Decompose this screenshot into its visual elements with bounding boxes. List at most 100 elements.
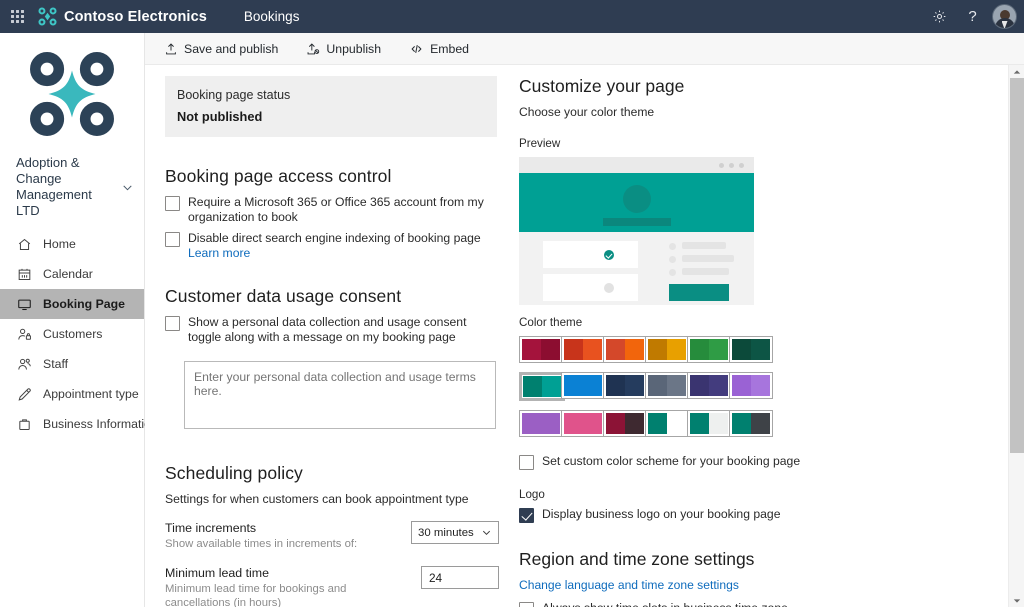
color-theme-label: Color theme	[519, 316, 583, 329]
preview-card	[543, 241, 638, 268]
help-button[interactable]: ?	[956, 0, 989, 33]
color-swatch-slate[interactable]	[645, 372, 689, 399]
checkbox[interactable]	[165, 232, 180, 247]
color-swatch-teal-white[interactable]	[645, 410, 689, 437]
checkbox[interactable]	[165, 196, 180, 211]
swatch-half-primary	[732, 413, 751, 434]
status-badge: Not published	[177, 109, 263, 124]
region-heading: Region and time zone settings	[519, 549, 755, 569]
checkbox-label: Show a personal data collection and usag…	[188, 315, 467, 344]
color-swatch-amber[interactable]	[645, 336, 689, 363]
unpublish-button[interactable]: Unpublish	[302, 35, 385, 63]
consent-option[interactable]: Show a personal data collection and usag…	[165, 315, 500, 345]
content-area: Booking page status Not published Bookin…	[145, 65, 1024, 607]
preview-bullet	[669, 269, 676, 276]
color-swatch-teal[interactable]	[519, 372, 565, 401]
preview-bullet	[669, 256, 676, 263]
access-control-heading: Booking page access control	[165, 166, 392, 186]
chevron-down-icon	[482, 530, 491, 535]
app-name-link[interactable]: Bookings	[244, 9, 300, 24]
scroll-down-button[interactable]	[1009, 594, 1024, 607]
app-launcher-button[interactable]	[0, 0, 34, 33]
scrollbar-thumb[interactable]	[1010, 78, 1024, 453]
swatch-half-primary	[564, 339, 583, 360]
access-control-option-require-account[interactable]: Require a Microsoft 365 or Office 365 ac…	[165, 195, 500, 225]
swatch-half-primary	[690, 375, 709, 396]
row-title: Minimum lead time	[165, 566, 269, 580]
scroll-up-button[interactable]	[1009, 65, 1024, 78]
sidebar-item-staff[interactable]: Staff	[0, 349, 144, 379]
booking-page-status-box: Booking page status Not published	[165, 76, 497, 137]
embed-button[interactable]: Embed	[405, 35, 473, 63]
sidebar-item-label: Customers	[43, 327, 103, 341]
color-swatch-teal-charcoal[interactable]	[729, 410, 773, 437]
color-swatch-pink[interactable]	[561, 410, 605, 437]
header-actions: ?	[923, 0, 1024, 33]
color-swatch-violet[interactable]	[519, 410, 563, 437]
checkbox-label-text: Disable direct search engine indexing of…	[188, 231, 481, 245]
swatch-half-secondary	[667, 375, 686, 396]
preview-label: Preview	[519, 137, 561, 150]
sidebar-item-label: Home	[43, 237, 76, 251]
sidebar-item-calendar[interactable]: Calendar	[0, 259, 144, 289]
org-switcher[interactable]: Adoption & Change Management LTD	[0, 155, 144, 219]
sidebar-item-home[interactable]: Home	[0, 229, 144, 259]
color-swatch-navy[interactable]	[603, 372, 647, 399]
swatch-half-secondary	[709, 339, 728, 360]
settings-button[interactable]	[923, 0, 956, 33]
color-swatch-purple[interactable]	[729, 372, 773, 399]
preview-body	[519, 232, 754, 305]
swatch-fill	[564, 339, 602, 360]
color-swatch-dark-red[interactable]	[519, 336, 563, 363]
embed-label: Embed	[430, 41, 470, 56]
sidebar-item-customers[interactable]: Customers	[0, 319, 144, 349]
time-increments-select[interactable]: 30 minutes	[411, 521, 499, 544]
color-swatch-green[interactable]	[687, 336, 731, 363]
customize-column: Customize your page Choose your color th…	[519, 76, 819, 607]
chevron-up-icon	[1013, 69, 1021, 74]
swatch-half-primary	[606, 413, 625, 434]
color-swatch-red-orange[interactable]	[561, 336, 605, 363]
swatch-half-primary	[606, 339, 625, 360]
checkbox[interactable]	[519, 455, 534, 470]
checkbox[interactable]	[519, 602, 534, 607]
color-swatch-maroon-dark[interactable]	[603, 410, 647, 437]
sidebar-item-label: Business Information	[43, 417, 158, 431]
color-swatch-dark-green[interactable]	[729, 336, 773, 363]
display-logo-option[interactable]: Display business logo on your booking pa…	[519, 507, 819, 523]
preview-hero	[519, 173, 754, 232]
color-swatch-indigo[interactable]	[687, 372, 731, 399]
checkbox[interactable]	[519, 508, 534, 523]
preview-card	[543, 274, 638, 301]
sidebar-item-business-information[interactable]: Business Information	[0, 409, 158, 439]
learn-more-link[interactable]: Learn more	[188, 246, 250, 260]
save-and-publish-button[interactable]: Save and publish	[160, 35, 282, 63]
settings-column: Booking page status Not published Bookin…	[165, 76, 500, 607]
custom-color-scheme-option[interactable]: Set custom color scheme for your booking…	[519, 454, 819, 470]
checkbox-label: Disable direct search engine indexing of…	[188, 231, 500, 261]
swatch-fill	[606, 413, 644, 434]
swatch-fill	[732, 375, 770, 396]
org-logo-wrap	[0, 33, 144, 155]
color-swatch-blue[interactable]	[561, 372, 605, 399]
color-swatch-teal-light[interactable]	[687, 410, 731, 437]
briefcase-icon	[16, 416, 32, 432]
consent-terms-textarea[interactable]	[184, 361, 496, 429]
swatch-fill	[690, 375, 728, 396]
swatch-half-primary	[522, 413, 541, 434]
color-theme-swatches	[519, 336, 773, 437]
business-timezone-option[interactable]: Always show time slots in business time …	[519, 601, 819, 607]
minimum-lead-time-input[interactable]: 24	[421, 566, 499, 589]
brand-link[interactable]: Contoso Electronics	[34, 7, 207, 26]
sidebar-item-appointment-type[interactable]: Appointment type	[0, 379, 144, 409]
swatch-fill	[732, 339, 770, 360]
unpublish-label: Unpublish	[326, 41, 382, 56]
checkbox[interactable]	[165, 316, 180, 331]
sidebar-item-booking-page[interactable]: Booking Page	[0, 289, 144, 319]
consent-heading: Customer data usage consent	[165, 286, 402, 306]
change-language-link[interactable]: Change language and time zone settings	[519, 578, 819, 592]
color-swatch-orange[interactable]	[603, 336, 647, 363]
avatar[interactable]	[992, 4, 1017, 29]
access-control-option-disable-indexing[interactable]: Disable direct search engine indexing of…	[165, 231, 500, 261]
vertical-scrollbar[interactable]	[1008, 65, 1024, 607]
